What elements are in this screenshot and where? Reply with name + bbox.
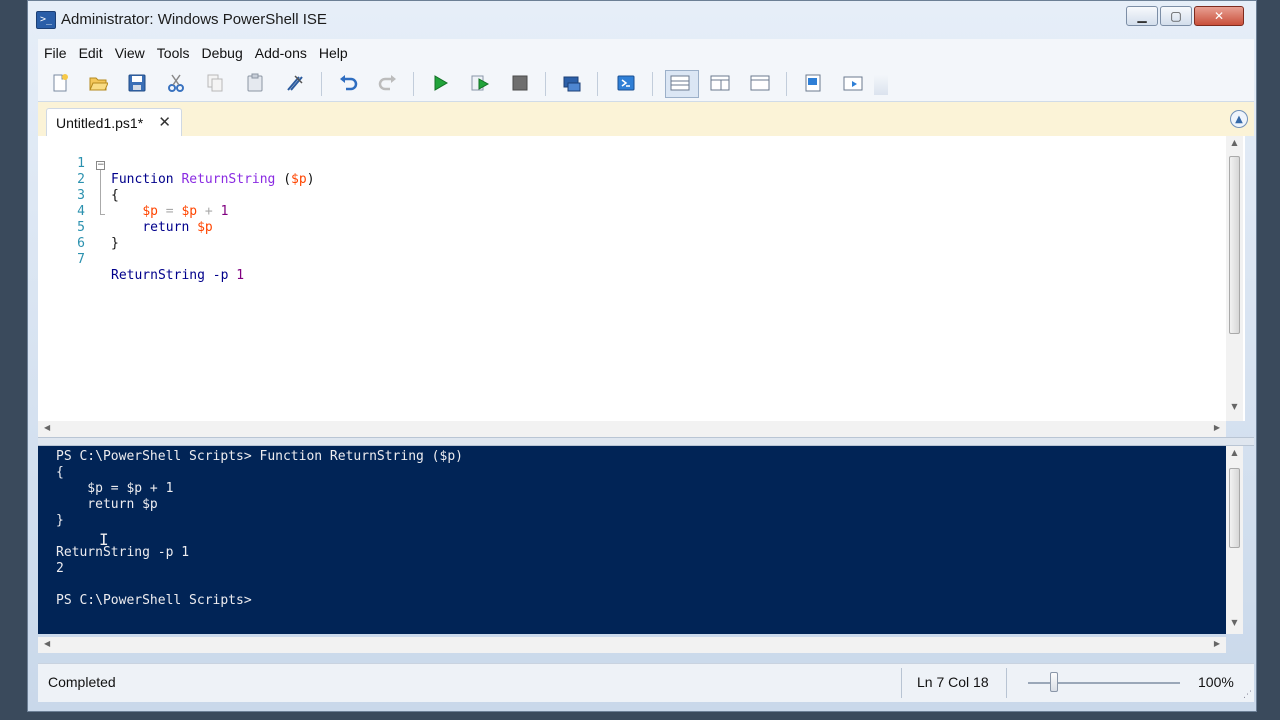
title-bar[interactable]: >_ Administrator: Windows PowerShell ISE…	[28, 1, 1256, 37]
command-name: ReturnString	[111, 268, 205, 283]
toolbar-separator	[321, 72, 322, 96]
menu-file[interactable]: File	[38, 39, 73, 67]
code-line: 7 ReturnString -p 1	[38, 236, 638, 283]
status-separator	[901, 668, 902, 698]
console-line: $p = $p + 1	[56, 481, 174, 496]
run-icon[interactable]	[430, 73, 450, 93]
remote-powershell-icon[interactable]	[562, 73, 582, 93]
number: 1	[228, 268, 245, 283]
ise-window: >_ Administrator: Windows PowerShell ISE…	[27, 0, 1257, 712]
new-icon[interactable]	[50, 73, 70, 93]
powershell-app-icon: >_	[36, 11, 56, 29]
console-line: PS C:\PowerShell Scripts> Function Retur…	[56, 449, 463, 464]
console-prompt: PS C:\PowerShell Scripts>	[56, 593, 252, 608]
console-line: 2	[56, 561, 64, 576]
resize-grip-icon[interactable]: ⋰	[1243, 690, 1252, 700]
code-line: 5 }	[38, 204, 638, 251]
status-text: Completed	[48, 674, 116, 690]
save-icon[interactable]	[127, 73, 147, 93]
console-horizontal-scrollbar[interactable]: ◀ ▶	[38, 637, 1226, 653]
zoom-slider-thumb[interactable]	[1050, 672, 1058, 692]
clear-icon[interactable]	[285, 73, 305, 93]
minimize-icon: ▁	[1137, 9, 1147, 23]
scrollbar-thumb[interactable]	[1229, 156, 1240, 334]
window-title: Administrator: Windows PowerShell ISE	[61, 11, 327, 28]
scroll-left-icon[interactable]: ◀	[44, 639, 50, 648]
editor-vertical-scrollbar[interactable]: ▲ ▼	[1226, 136, 1243, 421]
status-bar: Completed Ln 7 Col 18 100% ⋰	[38, 663, 1254, 702]
redo-icon[interactable]	[378, 73, 398, 93]
open-icon[interactable]	[88, 73, 108, 93]
code-line: 4 return $p	[38, 188, 638, 235]
close-icon: ✕	[1213, 9, 1225, 23]
layout-right-icon[interactable]	[710, 73, 730, 93]
undo-icon[interactable]	[338, 73, 358, 93]
layout-top-icon[interactable]	[670, 73, 690, 93]
tab-close-icon[interactable]: ✕	[158, 109, 171, 137]
console-pane[interactable]: PS C:\PowerShell Scripts> Function Retur…	[38, 446, 1226, 634]
menu-addons[interactable]: Add-ons	[249, 39, 313, 67]
toolbar-overflow[interactable]	[874, 75, 888, 95]
fold-collapse-icon[interactable]: −	[96, 161, 105, 170]
toolbar	[38, 67, 1254, 102]
collapse-script-pane-button[interactable]: ▲	[1230, 110, 1248, 128]
powershell-icon[interactable]	[616, 73, 636, 93]
layout-max-icon[interactable]	[750, 73, 770, 93]
minimize-button[interactable]: ▁	[1126, 6, 1158, 26]
pane-splitter[interactable]	[38, 437, 1254, 446]
scroll-right-icon[interactable]: ▶	[1214, 423, 1220, 432]
show-console-icon[interactable]	[843, 73, 863, 93]
copy-icon[interactable]	[205, 73, 225, 93]
script-editor[interactable]: 1 Function ReturnString ($p) 2 { − 3 $p …	[38, 136, 1245, 421]
zoom-level: 100%	[1198, 674, 1234, 690]
editor-horizontal-scrollbar[interactable]: ◀ ▶	[38, 421, 1226, 437]
status-separator	[1006, 668, 1007, 698]
console-line: }	[56, 513, 64, 528]
line-number: 7	[77, 252, 85, 267]
parameter: -p	[204, 268, 229, 283]
toolbar-separator	[652, 72, 653, 96]
menu-edit[interactable]: Edit	[73, 39, 109, 67]
toolbar-separator	[413, 72, 414, 96]
toolbar-separator	[597, 72, 598, 96]
run-selection-icon[interactable]	[470, 73, 490, 93]
scroll-down-icon[interactable]: ▼	[1226, 402, 1243, 411]
cut-icon[interactable]	[166, 73, 186, 93]
menu-bar: File Edit View Tools Debug Add-ons Help	[38, 39, 1254, 67]
script-tab-strip: Untitled1.ps1* ✕ ▲	[38, 102, 1254, 136]
paste-icon[interactable]	[245, 73, 265, 93]
show-script-icon[interactable]	[803, 73, 823, 93]
menu-view[interactable]: View	[109, 39, 151, 67]
tab-untitled1[interactable]: Untitled1.ps1* ✕	[46, 108, 182, 136]
console-line: return $p	[56, 497, 158, 512]
console-line: ReturnString -p 1	[56, 545, 190, 560]
scroll-up-icon[interactable]: ▲	[1226, 448, 1243, 457]
code-line: 3 $p = $p + 1	[38, 172, 638, 219]
scroll-up-icon[interactable]: ▲	[1226, 138, 1243, 147]
code-line: 2 {	[38, 156, 638, 203]
close-window-button[interactable]: ✕	[1194, 6, 1244, 26]
scrollbar-thumb[interactable]	[1229, 468, 1240, 548]
code-line: 1 Function ReturnString ($p)	[38, 140, 638, 187]
text-cursor-icon: I	[99, 530, 109, 549]
chevron-up-icon: ▲	[1235, 114, 1243, 125]
scroll-right-icon[interactable]: ▶	[1214, 639, 1220, 648]
code-line: 6	[38, 220, 638, 251]
scroll-left-icon[interactable]: ◀	[44, 423, 50, 432]
toolbar-separator	[545, 72, 546, 96]
console-line: {	[56, 465, 64, 480]
maximize-icon: ▢	[1170, 9, 1182, 23]
toolbar-separator	[786, 72, 787, 96]
console-vertical-scrollbar[interactable]: ▲ ▼	[1226, 446, 1243, 634]
cursor-position: Ln 7 Col 18	[917, 674, 989, 690]
stop-icon[interactable]	[510, 73, 530, 93]
menu-debug[interactable]: Debug	[195, 39, 248, 67]
menu-tools[interactable]: Tools	[151, 39, 196, 67]
scroll-down-icon[interactable]: ▼	[1226, 618, 1243, 627]
maximize-button[interactable]: ▢	[1160, 6, 1192, 26]
tab-label: Untitled1.ps1*	[56, 115, 144, 131]
menu-help[interactable]: Help	[313, 39, 354, 67]
